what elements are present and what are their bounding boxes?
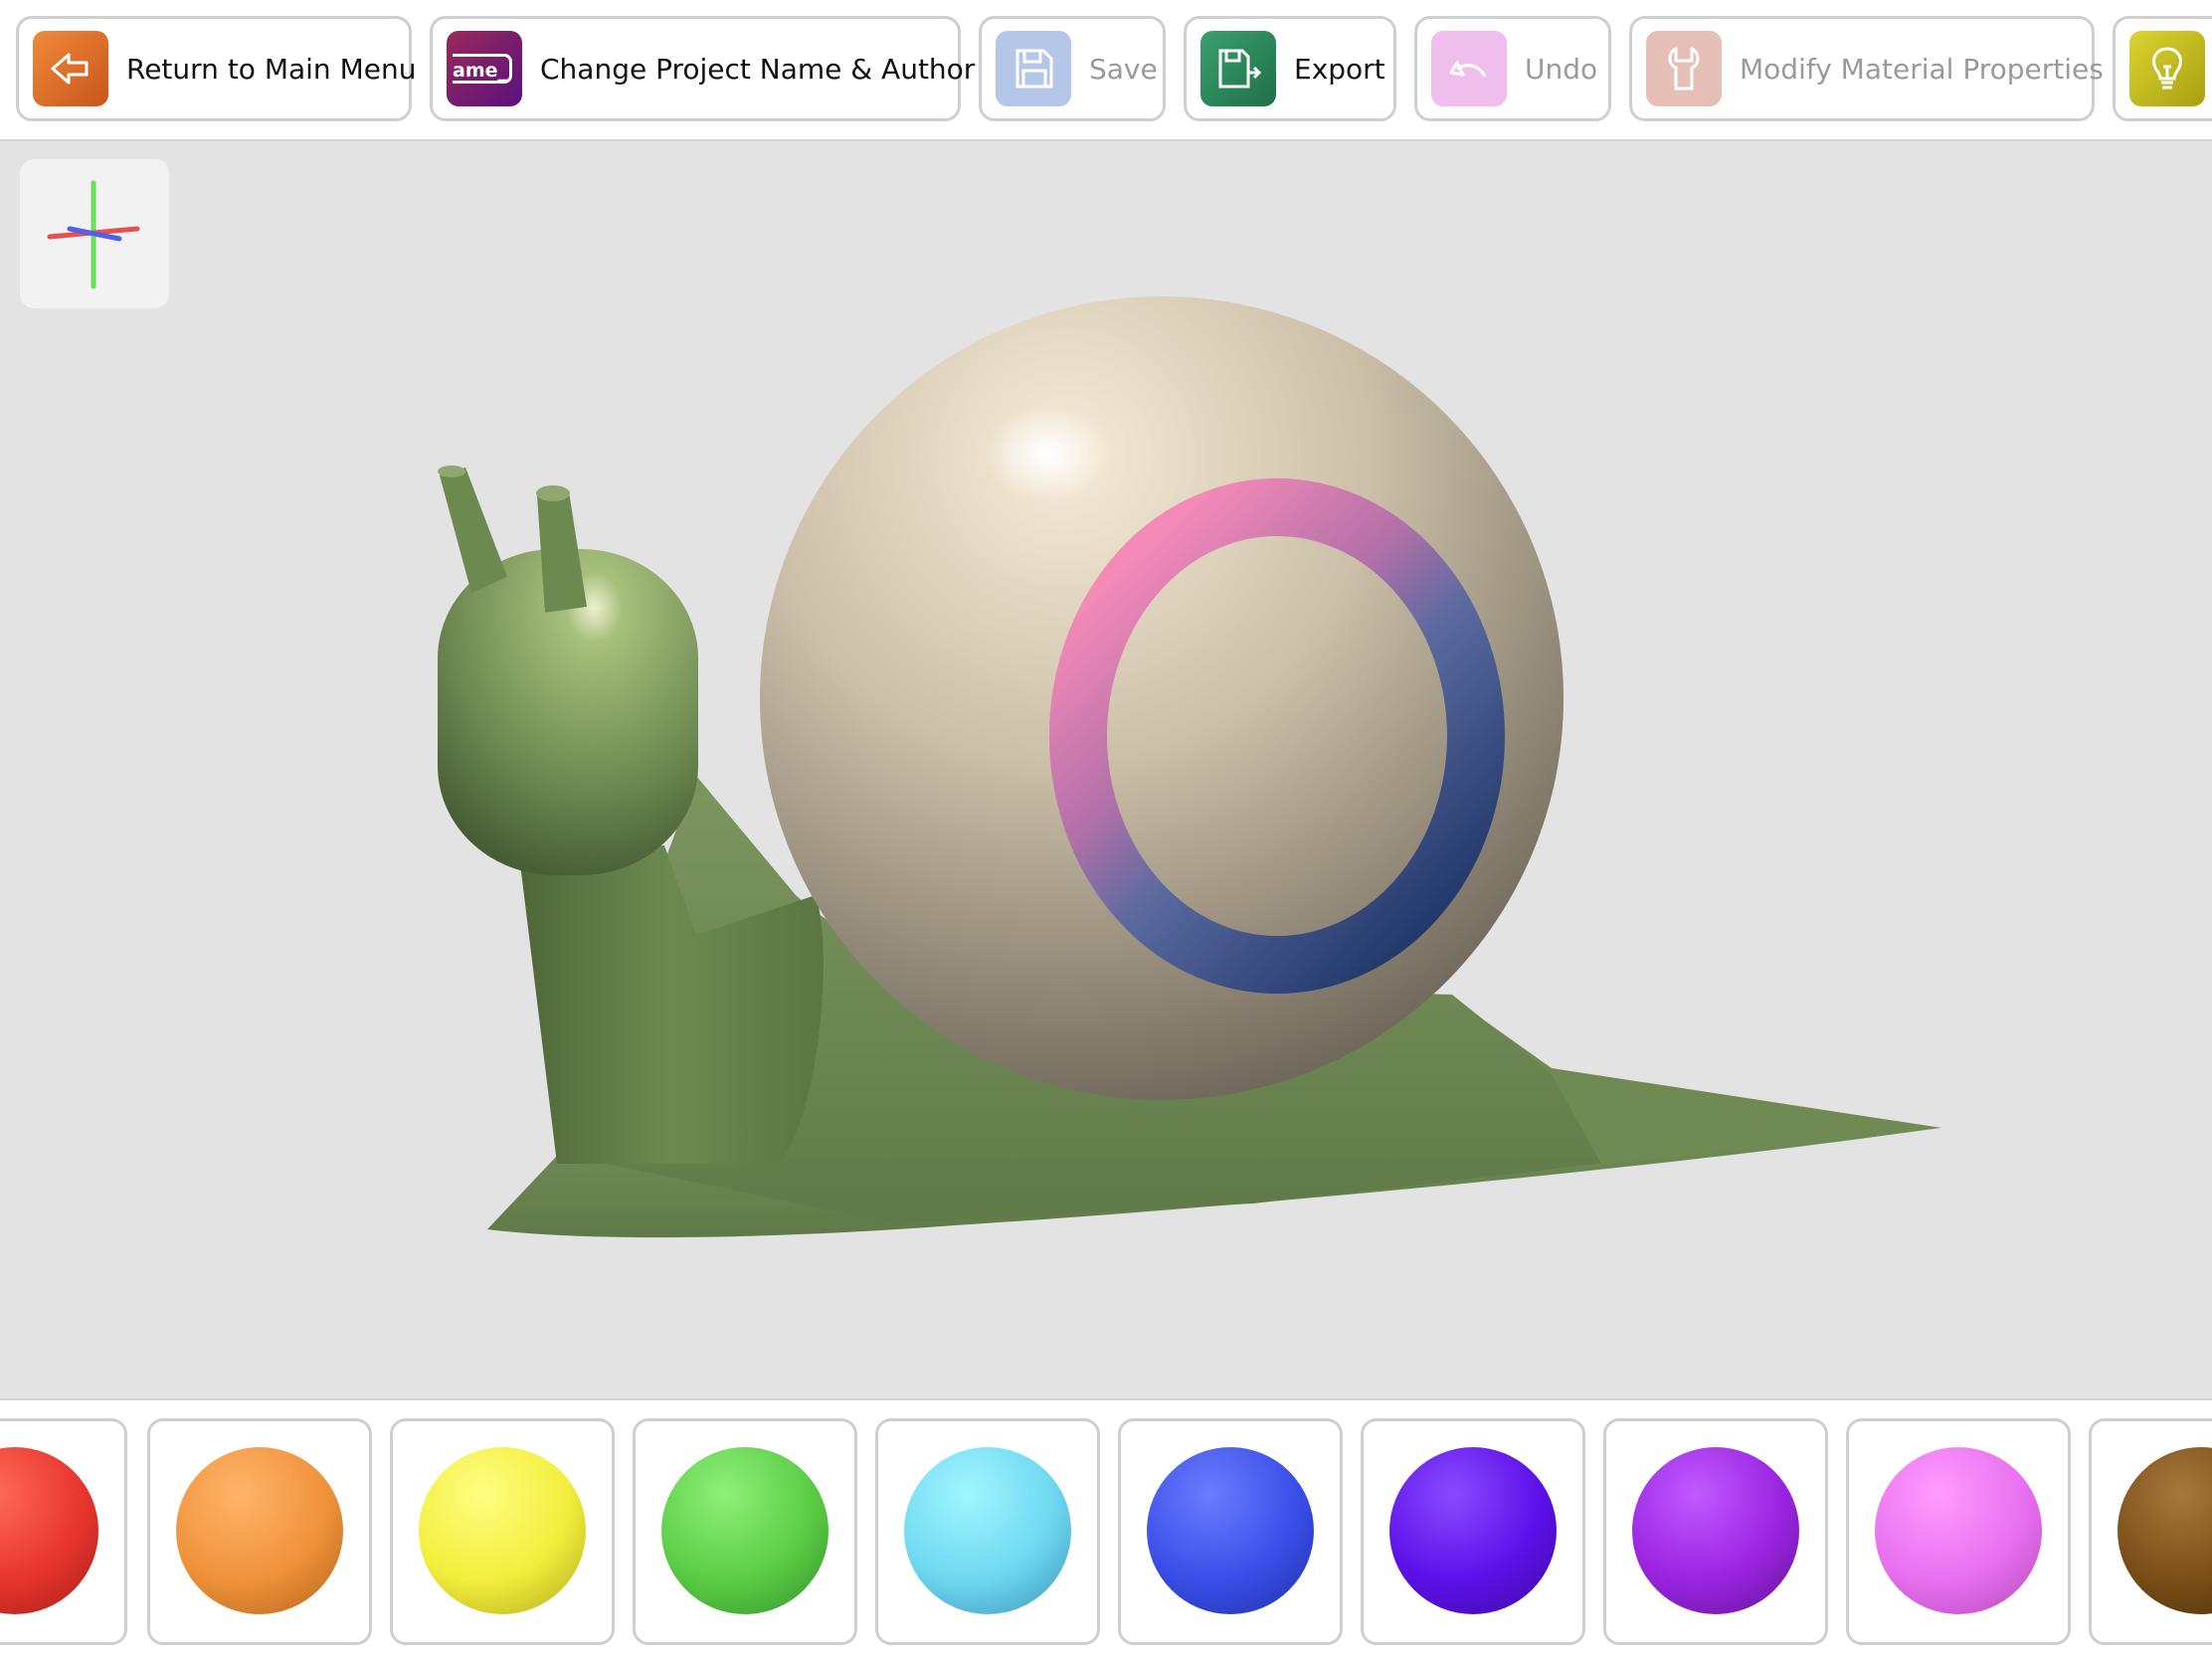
name-tag-icon: ame_: [447, 31, 522, 106]
modify-material-properties-button[interactable]: Modify Material Properties: [1629, 16, 2104, 121]
back-arrow-icon: [33, 31, 108, 106]
color-swatch-pink[interactable]: [1846, 1418, 2071, 1645]
color-swatch-green[interactable]: [633, 1418, 857, 1645]
undo-icon: [1431, 31, 1507, 106]
color-swatch-orange[interactable]: [147, 1418, 372, 1645]
change-project-name-label: Change Project Name & Author: [540, 52, 976, 86]
yellow-color-ball: [419, 1447, 586, 1614]
color-swatch-purple[interactable]: [1603, 1418, 1828, 1645]
color-swatch-yellow[interactable]: [390, 1418, 615, 1645]
modify-material-properties-label: Modify Material Properties: [1740, 52, 2104, 86]
color-swatch-blue[interactable]: [1118, 1418, 1343, 1645]
top-toolbar: Return to Main Menu ame_ Change Project …: [0, 0, 2212, 141]
lightbulb-icon: [2129, 31, 2205, 106]
undo-label: Undo: [1525, 52, 1598, 86]
undo-button[interactable]: Undo: [1414, 16, 1611, 121]
color-palette: [0, 1398, 2212, 1661]
color-swatch-indigo[interactable]: [1361, 1418, 1585, 1645]
return-to-main-menu-button[interactable]: Return to Main Menu: [16, 16, 416, 121]
return-to-main-menu-label: Return to Main Menu: [126, 52, 417, 86]
color-swatch-cyan[interactable]: [875, 1418, 1100, 1645]
blue-color-ball: [1147, 1447, 1314, 1614]
name-tag-chip: ame_: [453, 54, 512, 84]
save-button[interactable]: Save: [979, 16, 1166, 121]
red-color-ball: [0, 1447, 98, 1614]
pink-color-ball: [1875, 1447, 2042, 1614]
brown-color-ball: [2118, 1447, 2212, 1614]
save-label: Save: [1089, 52, 1158, 86]
wrench-icon: [1646, 31, 1722, 106]
purple-color-ball: [1632, 1447, 1799, 1614]
cyan-color-ball: [904, 1447, 1071, 1614]
color-swatch-brown[interactable]: [2089, 1418, 2212, 1645]
hint-button[interactable]: [2113, 16, 2212, 121]
green-color-ball: [661, 1447, 829, 1614]
export-button[interactable]: Export: [1184, 16, 1396, 121]
export-label: Export: [1294, 52, 1385, 86]
orange-color-ball: [176, 1447, 343, 1614]
snail-3d-model[interactable]: [0, 141, 2212, 1398]
indigo-color-ball: [1389, 1447, 1557, 1614]
color-swatch-red[interactable]: [0, 1418, 127, 1645]
export-icon: [1200, 31, 1276, 106]
save-icon: [996, 31, 1071, 106]
change-project-name-button[interactable]: ame_ Change Project Name & Author: [430, 16, 975, 121]
